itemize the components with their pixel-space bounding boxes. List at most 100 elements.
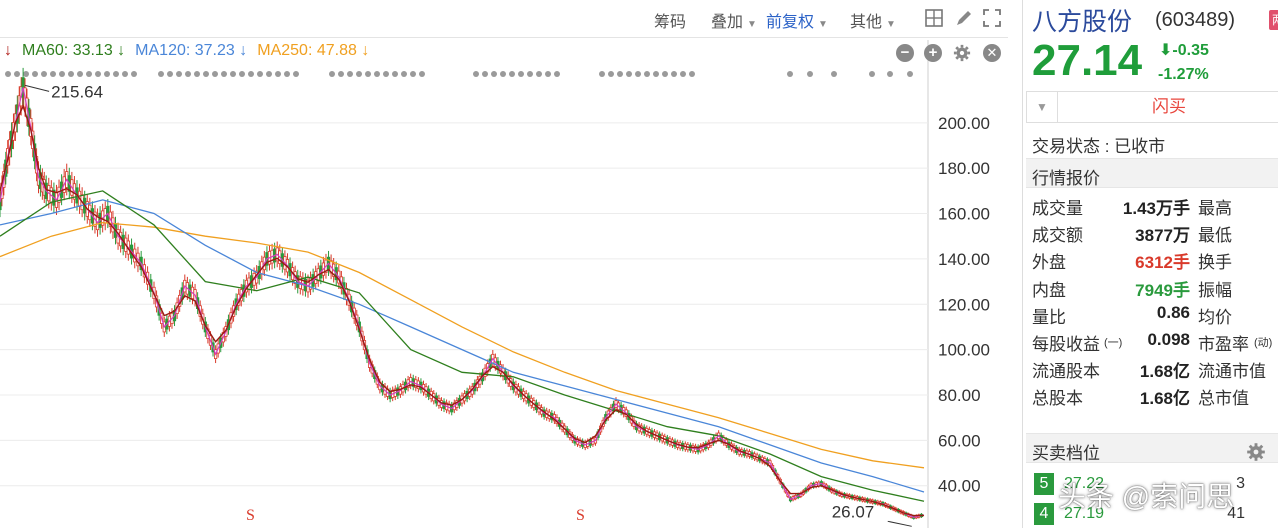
order-book-section-header[interactable]: 买卖档位 xyxy=(1026,433,1278,463)
ma-legend-item: MA120: 37.23 ↓ xyxy=(135,42,248,59)
stock-code: (603489) xyxy=(1155,9,1236,31)
quote-section-title: 行情报价 xyxy=(1032,169,1100,188)
event-dot xyxy=(689,71,695,77)
quote-row: 成交额 3877万 最低 xyxy=(1032,221,1278,248)
collapse-chevron-icon[interactable]: ▼ xyxy=(1027,92,1058,122)
grid-layout-icon[interactable] xyxy=(924,8,944,28)
stock-name[interactable]: 八方股份 xyxy=(1032,2,1132,38)
event-dot xyxy=(599,71,605,77)
quote-label-secondary: 最高 xyxy=(1198,199,1232,218)
event-dot xyxy=(158,71,164,77)
order-book-title: 买卖档位 xyxy=(1032,444,1100,463)
price-change-percent: -1.27% xyxy=(1158,66,1209,83)
event-dot xyxy=(644,71,650,77)
event-dot xyxy=(50,71,56,77)
order-book-settings-icon[interactable] xyxy=(1245,441,1267,463)
event-dot xyxy=(221,71,227,77)
event-dot xyxy=(662,71,668,77)
quote-label: 成交量 xyxy=(1032,199,1083,218)
event-dot xyxy=(545,71,551,77)
adjust-dropdown[interactable]: 前复权 ▼ xyxy=(766,8,828,32)
event-dot xyxy=(626,71,632,77)
quote-value: 1.43万手 xyxy=(1122,199,1190,218)
margin-trading-badge: 两融 xyxy=(1269,10,1278,30)
event-dot xyxy=(518,71,524,77)
event-dot xyxy=(293,71,299,77)
ma-legend-item: MA250: 47.88 ↓ xyxy=(257,42,370,59)
event-dot xyxy=(509,71,515,77)
event-dot xyxy=(500,71,506,77)
event-dot xyxy=(266,71,272,77)
quote-row: 每股收益 (一) 0.098 市盈率 (动) xyxy=(1032,330,1278,357)
quote-label: 内盘 xyxy=(1032,280,1066,300)
overlay-dropdown[interactable]: 叠加 ▼ xyxy=(711,8,757,32)
quote-value: 1.68亿 xyxy=(1139,362,1190,382)
y-tick-label: 100.00 xyxy=(938,341,990,360)
other-dropdown[interactable]: 其他 ▼ xyxy=(850,8,896,32)
event-dot xyxy=(419,71,425,77)
event-dot xyxy=(653,71,659,77)
quote-value: 6312手 xyxy=(1135,253,1190,273)
event-dot xyxy=(185,71,191,77)
quote-row: 总股本 1.68亿 总市值 xyxy=(1032,384,1278,411)
min-price-label: 26.07 xyxy=(832,502,875,521)
quote-label-secondary: 流通市值 xyxy=(1198,362,1266,382)
ma120-line xyxy=(0,199,925,493)
settings-gear-icon[interactable] xyxy=(953,44,971,62)
event-dot xyxy=(23,71,29,77)
event-dot xyxy=(194,71,200,77)
other-label: 其他 xyxy=(850,14,883,31)
last-price: 27.14 xyxy=(1032,36,1143,85)
ma60-line xyxy=(0,190,925,502)
event-dot xyxy=(203,71,209,77)
quote-row: 量比 0.86 均价 xyxy=(1032,303,1278,330)
kline-chart[interactable]: 200.00 180.00 160.00 140.00 120.00 100.00 80.0… xyxy=(0,0,1008,528)
y-tick-label: 160.00 xyxy=(938,205,990,224)
event-dot xyxy=(356,71,362,77)
chart-toolbar: 筹码 叠加 ▼ 前复权 ▼ 其他 ▼ xyxy=(0,0,1008,38)
event-dot xyxy=(239,71,245,77)
quote-value: 7949手 xyxy=(1135,280,1190,300)
flash-buy-button[interactable]: 闪买 xyxy=(1058,92,1278,122)
chip-distribution-button[interactable]: 筹码 xyxy=(654,8,686,32)
event-dot xyxy=(131,71,137,77)
quote-section-header[interactable]: 行情报价 xyxy=(1026,158,1278,188)
kline-chart-panel[interactable]: 200.00 180.00 160.00 140.00 120.00 100.00 80.0… xyxy=(0,0,1008,528)
price-change: ⬇-0.35 xyxy=(1159,40,1209,60)
y-tick-label: 120.00 xyxy=(938,295,990,314)
zoom-in-button[interactable]: + xyxy=(924,44,942,62)
quote-label: 外盘 xyxy=(1032,253,1066,273)
event-dot xyxy=(95,71,101,77)
min-marker-arrow xyxy=(887,520,912,527)
event-dot xyxy=(410,71,416,77)
quote-value: 3877万 xyxy=(1135,226,1190,246)
watermark: 头条 @索问思 xyxy=(1058,481,1235,512)
event-dot xyxy=(807,71,813,77)
event-dot xyxy=(374,71,380,77)
quote-label-note: (动) xyxy=(1254,337,1273,349)
event-dot xyxy=(77,71,83,77)
fullscreen-icon[interactable] xyxy=(982,8,1002,28)
level-volume: 3 xyxy=(1236,475,1245,492)
event-dot xyxy=(329,71,335,77)
level-number: 4 xyxy=(1034,503,1054,525)
event-dot xyxy=(284,71,290,77)
event-dot xyxy=(473,71,479,77)
zoom-out-button[interactable]: − xyxy=(896,44,914,62)
price-change-value: -0.35 xyxy=(1172,42,1209,59)
quote-row: 外盘 6312手 换手 xyxy=(1032,248,1278,275)
event-dot xyxy=(230,71,236,77)
y-tick-label: 60.00 xyxy=(938,431,981,450)
quote-label: 成交额 xyxy=(1032,226,1083,246)
quote-row: 成交量 1.43万手 最高 xyxy=(1032,194,1278,221)
close-icon[interactable]: ✕ xyxy=(983,44,1001,62)
draw-pen-icon[interactable] xyxy=(954,8,974,28)
quote-panel: 八方股份 (603489) 两融 27.14 ⬇-0.35 -1.27% ▼ 闪… xyxy=(1022,0,1278,528)
event-dot xyxy=(617,71,623,77)
quote-label-secondary: 市盈率 xyxy=(1198,335,1249,354)
event-dot xyxy=(554,71,560,77)
chevron-down-icon: ▼ xyxy=(886,19,896,30)
event-dot xyxy=(41,71,47,77)
event-dot xyxy=(122,71,128,77)
event-dot xyxy=(212,71,218,77)
